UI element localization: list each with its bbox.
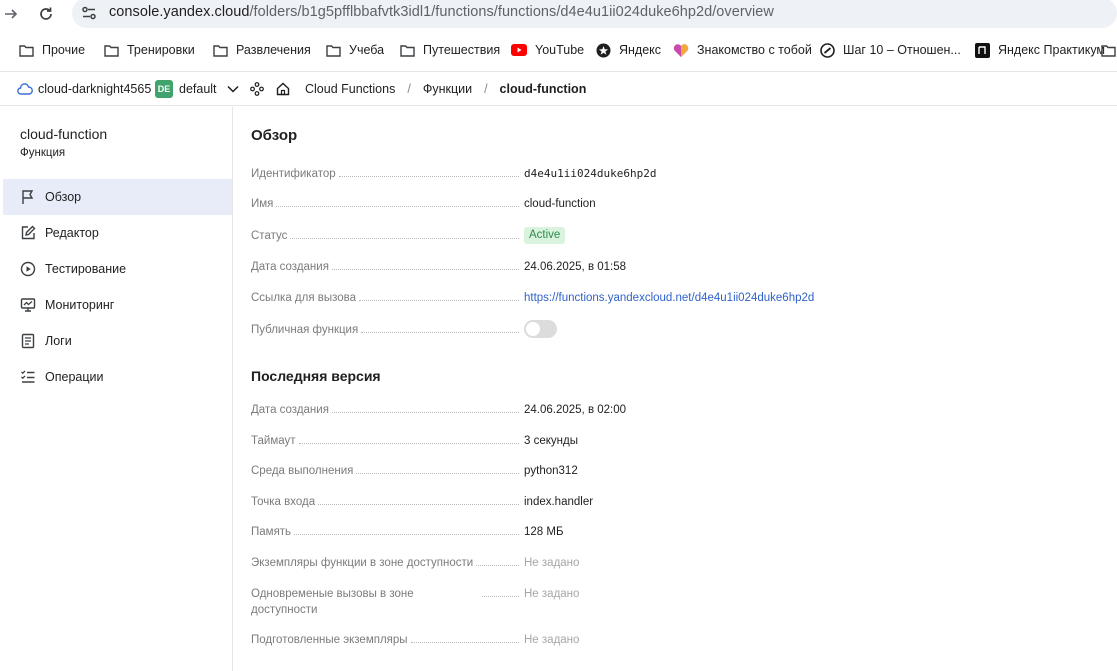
practicum-icon <box>975 42 990 58</box>
list-check-icon <box>21 370 35 383</box>
bookmark-yandex[interactable]: Яндекс <box>596 40 661 60</box>
url-text: console.yandex.cloud/folders/b1g5pfflbba… <box>109 4 774 20</box>
row-invoke-link: Ссылка для вызова https://functions.yand… <box>251 290 815 306</box>
row-provisioned: Подготовленные экземпляры Не задано <box>251 632 580 648</box>
yandex-icon <box>596 43 611 57</box>
bookmark-folder[interactable]: Учеба <box>326 40 384 60</box>
youtube-icon <box>511 44 527 56</box>
bookmark-step10[interactable]: Шаг 10 – Отношен... <box>820 40 961 60</box>
row-version-created: Дата создания 24.06.2025, в 02:00 <box>251 402 627 418</box>
sidebar-title: cloud-function <box>20 126 108 142</box>
overview-heading: Обзор <box>251 127 298 144</box>
url-field[interactable]: console.yandex.cloud/folders/b1g5pfflbba… <box>72 0 1117 28</box>
nodes-icon <box>250 81 264 96</box>
services-button[interactable] <box>250 72 264 105</box>
spiral-icon <box>820 42 835 58</box>
bookmark-folder[interactable]: Прочие <box>19 40 85 60</box>
forward-button[interactable] <box>0 3 22 25</box>
folder-icon <box>104 44 119 57</box>
edit-icon <box>21 225 36 240</box>
sidebar-item-logs[interactable]: Логи <box>3 323 232 359</box>
chevron-down-icon <box>227 85 239 93</box>
public-function-toggle[interactable] <box>524 320 557 338</box>
row-runtime: Среда выполнения python312 <box>251 463 578 479</box>
folder-icon <box>213 44 228 57</box>
created-date: 24.06.2025, в 01:58 <box>524 261 627 273</box>
bookmark-dating[interactable]: Знакомство с тобой <box>673 40 812 60</box>
toggle-knob <box>526 322 540 336</box>
folder-selector[interactable]: DE default <box>155 72 239 105</box>
breadcrumb-functions[interactable]: Функции <box>423 82 472 96</box>
folder-icon <box>326 44 341 57</box>
bookmark-folder-more[interactable] <box>1101 40 1116 60</box>
row-memory: Память 128 МБ <box>251 524 564 540</box>
sidebar-subtitle: Функция <box>20 147 66 159</box>
bookmark-folder[interactable]: Развлечения <box>213 40 311 60</box>
reload-button[interactable] <box>35 3 57 25</box>
bookmarks-bar: Прочие Тренировки Развлечения Учеба Путе… <box>0 36 1117 64</box>
site-settings-icon[interactable] <box>80 4 98 22</box>
row-zone-instances: Экземпляры функции в зоне доступности Не… <box>251 555 580 571</box>
sidebar-item-overview[interactable]: Обзор <box>3 179 232 215</box>
row-public: Публичная функция <box>251 320 951 342</box>
row-status: Статус Active <box>251 227 951 247</box>
overview-panel: Обзор Идентификатор d4e4u1ii024duke6hp2d… <box>251 107 1117 671</box>
sidebar-item-editor[interactable]: Редактор <box>3 215 232 251</box>
row-timeout: Таймаут 3 секунды <box>251 433 578 449</box>
console-header: cloud-darknight4565 DE default Cloud Fun… <box>0 71 1117 106</box>
monitoring-icon <box>20 298 36 312</box>
cloud-selector[interactable]: cloud-darknight4565 <box>17 72 151 105</box>
status-badge: Active <box>524 227 566 244</box>
folder-badge: DE <box>155 79 173 98</box>
bookmark-folder[interactable]: Путешествия <box>400 40 500 60</box>
home-icon <box>276 82 290 95</box>
play-circle-icon <box>20 261 36 277</box>
function-name: cloud-function <box>524 198 596 210</box>
breadcrumb-cloud-functions[interactable]: Cloud Functions <box>305 82 395 96</box>
latest-version-heading: Последняя версия <box>251 368 381 384</box>
cloud-icon <box>17 82 33 95</box>
folder-icon <box>19 44 34 57</box>
row-name: Имя cloud-function <box>251 196 596 212</box>
breadcrumb-current: cloud-function <box>499 81 587 96</box>
logs-icon <box>21 333 35 349</box>
sidebar-item-monitoring[interactable]: Мониторинг <box>3 287 232 323</box>
row-entrypoint: Точка входа index.handler <box>251 494 594 510</box>
flag-icon <box>22 190 34 204</box>
home-button[interactable] <box>276 72 290 105</box>
sidebar-item-operations[interactable]: Операции <box>3 359 232 395</box>
arrow-right-icon <box>5 9 18 19</box>
heart-icon <box>673 43 689 57</box>
row-created: Дата создания 24.06.2025, в 01:58 <box>251 259 627 275</box>
bookmark-youtube[interactable]: YouTube <box>511 40 584 60</box>
folder-icon <box>1101 44 1116 57</box>
row-id: Идентификатор d4e4u1ii024duke6hp2d <box>251 166 657 182</box>
folder-icon <box>400 44 415 57</box>
reload-icon <box>40 7 52 20</box>
row-zone-concurrency: Одновременые вызовы в зоне доступности Н… <box>251 586 580 618</box>
function-id: d4e4u1ii024duke6hp2d <box>524 167 657 180</box>
sidebar-item-testing[interactable]: Тестирование <box>3 251 232 287</box>
sidebar: cloud-function Функция Обзор Редактор Те… <box>0 107 233 671</box>
bookmark-practicum[interactable]: Яндекс Практикум <box>975 40 1105 60</box>
browser-address-bar: console.yandex.cloud/folders/b1g5pfflbba… <box>0 0 1117 29</box>
bookmark-folder[interactable]: Тренировки <box>104 40 195 60</box>
invoke-url-link[interactable]: https://functions.yandexcloud.net/d4e4u1… <box>524 290 814 306</box>
breadcrumb: Cloud Functions / Функции / cloud-functi… <box>305 81 587 96</box>
